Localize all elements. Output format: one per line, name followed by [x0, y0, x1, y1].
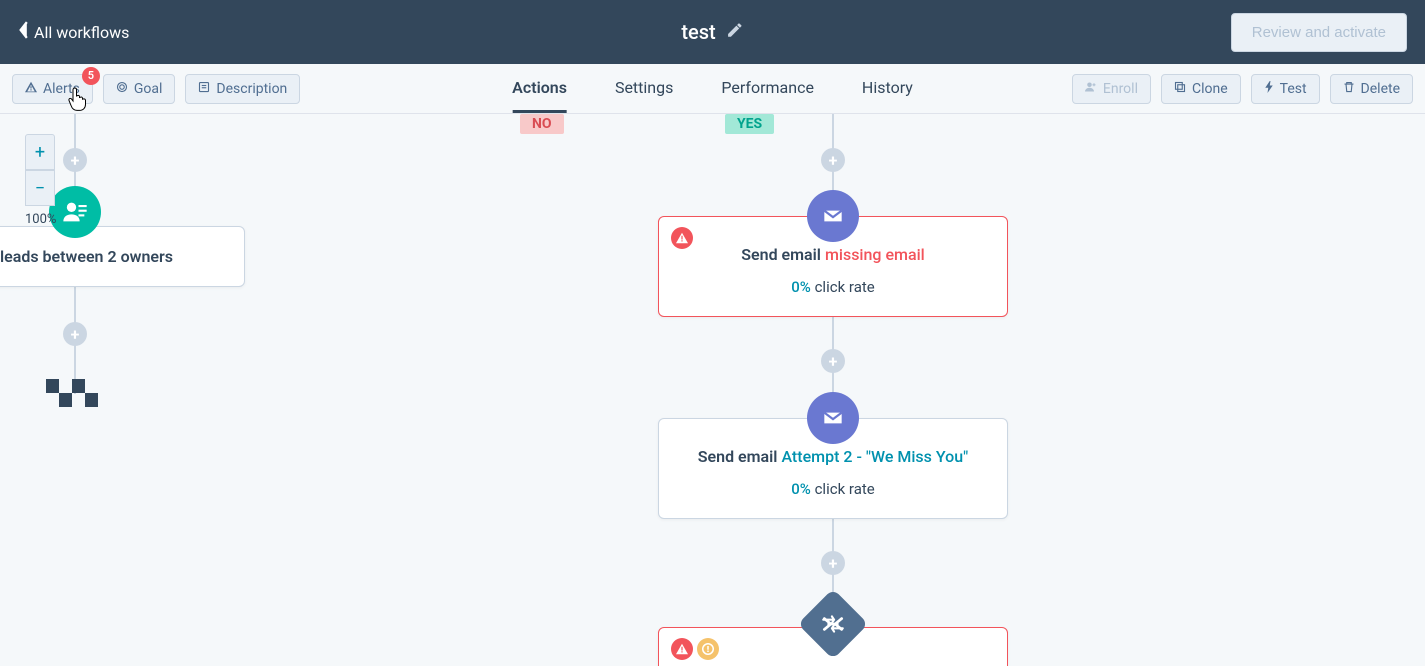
back-all-workflows-link[interactable]: All workflows — [18, 21, 129, 43]
goal-label: Goal — [134, 81, 163, 97]
zoom-in-button[interactable]: + — [25, 134, 55, 170]
email-icon — [807, 392, 859, 444]
alerts-button[interactable]: Alerts 5 — [12, 74, 93, 104]
error-badge-icon — [671, 638, 693, 660]
email2-stat-label: click rate — [811, 480, 875, 498]
workflow-canvas[interactable]: + − 100% NO YES + + + + + te leads betwe… — [0, 114, 1425, 666]
tab-performance[interactable]: Performance — [721, 64, 814, 113]
note-icon — [198, 81, 210, 97]
toolbar-right: Enroll Clone Test Delete — [1072, 74, 1413, 104]
email2-prefix: Send email — [698, 447, 782, 466]
email2-stat: 0% click rate — [679, 480, 987, 498]
description-button[interactable]: Description — [185, 74, 300, 104]
error-badge-icon — [671, 227, 693, 249]
email1-title: Send email missing email — [679, 245, 987, 264]
add-action-plus-3[interactable]: + — [821, 551, 845, 575]
email-icon — [807, 190, 859, 242]
delete-button[interactable]: Delete — [1330, 74, 1413, 104]
email2-title: Send email Attempt 2 - "We Miss You" — [679, 447, 987, 466]
email2-pct: 0% — [791, 480, 811, 498]
enroll-button[interactable]: Enroll — [1072, 74, 1151, 104]
rotate-owner-icon — [49, 186, 101, 238]
zoom-out-button[interactable]: − — [25, 170, 55, 206]
test-label: Test — [1280, 81, 1307, 97]
goal-button[interactable]: Goal — [103, 74, 176, 104]
bolt-icon — [1264, 81, 1274, 97]
rotate-card-label: te leads between 2 owners — [0, 247, 224, 266]
person-plus-icon — [1085, 81, 1097, 97]
toolbar: Alerts 5 Goal Description Actions Settin… — [0, 64, 1425, 114]
target-icon — [116, 81, 128, 97]
description-label: Description — [216, 81, 287, 97]
email2-link[interactable]: Attempt 2 - "We Miss You" — [781, 447, 968, 466]
header-title-wrap: test — [681, 20, 743, 44]
chevron-left-icon — [18, 21, 30, 43]
test-button[interactable]: Test — [1251, 74, 1320, 104]
clone-label: Clone — [1192, 81, 1228, 97]
clone-icon — [1174, 81, 1186, 97]
edit-title-icon[interactable] — [726, 21, 744, 43]
workflow-title: test — [681, 20, 715, 44]
alert-triangle-icon — [25, 81, 37, 97]
tab-actions[interactable]: Actions — [512, 64, 567, 113]
tab-settings[interactable]: Settings — [615, 64, 673, 113]
delete-label: Delete — [1361, 81, 1400, 97]
alerts-badge: 5 — [82, 67, 100, 85]
enroll-label: Enroll — [1103, 81, 1138, 97]
zoom-level: 100% — [25, 212, 56, 227]
email1-stat-label: click rate — [811, 278, 875, 296]
branch-yes-label: YES — [725, 114, 774, 134]
tabs: Actions Settings Performance History — [512, 64, 913, 113]
add-action-plus-1[interactable]: + — [821, 148, 845, 172]
warning-badge-icon — [697, 638, 719, 660]
add-action-plus-left-2[interactable]: + — [63, 322, 87, 346]
workflow-end-marker — [46, 379, 98, 411]
top-nav: All workflows test Review and activate — [0, 0, 1425, 64]
zoom-controls: + − 100% — [25, 134, 56, 227]
add-action-plus-2[interactable]: + — [821, 349, 845, 373]
back-label: All workflows — [34, 23, 129, 42]
toolbar-left: Alerts 5 Goal Description — [12, 74, 300, 104]
trash-icon — [1343, 81, 1355, 97]
alerts-label: Alerts — [43, 81, 80, 97]
review-activate-button[interactable]: Review and activate — [1231, 13, 1407, 52]
tab-history[interactable]: History — [862, 64, 913, 113]
email1-link[interactable]: missing email — [825, 245, 925, 264]
email1-stat: 0% click rate — [679, 278, 987, 296]
rotate-leads-card[interactable]: te leads between 2 owners — [0, 226, 245, 287]
email1-prefix: Send email — [741, 245, 825, 264]
clone-button[interactable]: Clone — [1161, 74, 1241, 104]
add-action-plus-left-1[interactable]: + — [63, 148, 87, 172]
branch-no-label: NO — [520, 114, 564, 134]
email1-pct: 0% — [791, 278, 811, 296]
